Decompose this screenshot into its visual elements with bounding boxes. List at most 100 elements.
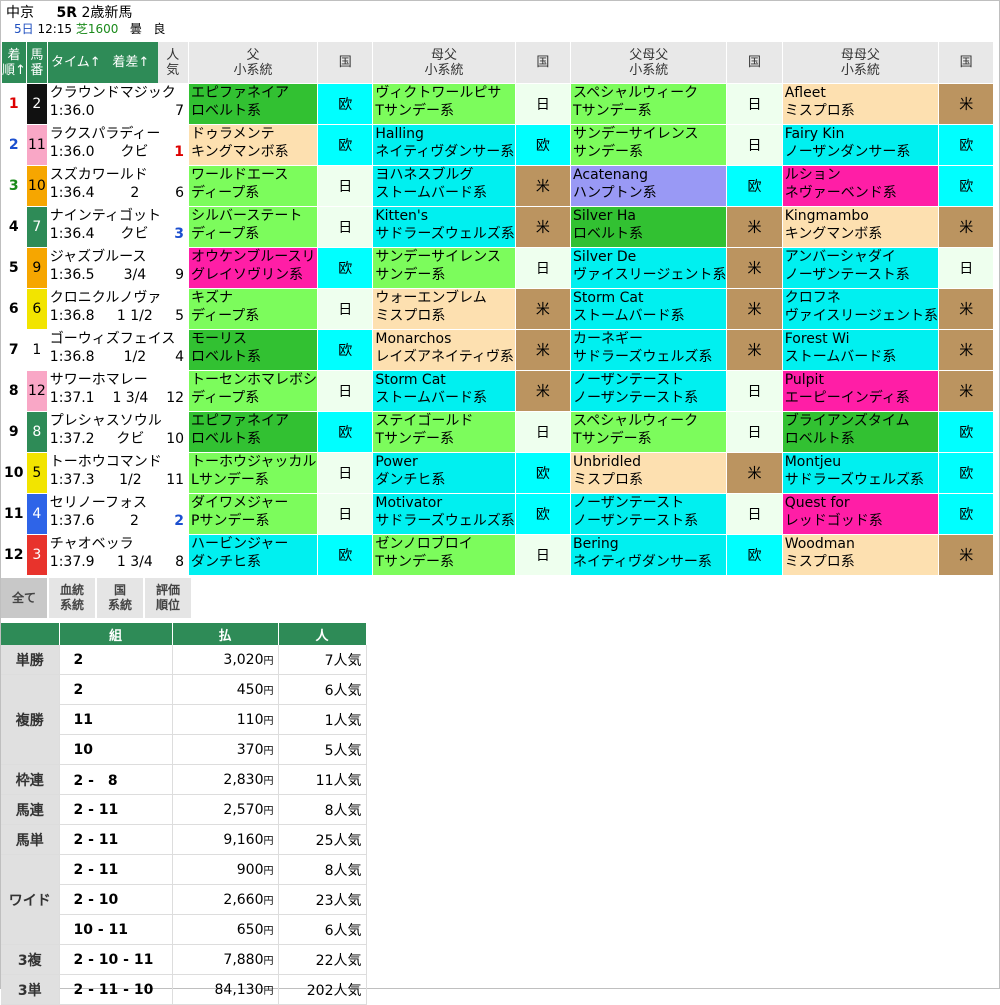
lineage-name: ミスプロ系 bbox=[573, 471, 726, 489]
payout-amount: 84,130円 bbox=[172, 975, 278, 1005]
tab-country-lineage[interactable]: 国系統 bbox=[97, 578, 143, 618]
pop-header: 人気 bbox=[158, 42, 188, 83]
finish-rank: 5 bbox=[2, 248, 27, 289]
race-day: 5日 bbox=[14, 22, 34, 36]
ancestor-name: ノーザンテースト bbox=[573, 371, 726, 389]
sort-margin-header[interactable]: 着差↑ bbox=[104, 55, 158, 70]
lineage-name: ディープ系 bbox=[191, 389, 317, 407]
tab-pedigree-lineage[interactable]: 血統系統 bbox=[49, 578, 95, 618]
pedigree-cell: Unbridled ミスプロ系 bbox=[571, 453, 727, 494]
payout-harai-header: 払 bbox=[172, 623, 278, 645]
lineage-name: Tサンデー系 bbox=[573, 430, 726, 448]
horse-name-link[interactable]: クロニクルノヴァ bbox=[50, 289, 188, 307]
payout-combination: 10 bbox=[59, 735, 172, 765]
country-badge: 米 bbox=[939, 535, 994, 576]
tab-all[interactable]: 全て bbox=[1, 578, 47, 618]
pedigree-cell: ノーザンテースト ノーザンテースト系 bbox=[571, 494, 727, 535]
payout-combination: 2 - 11 - 10 bbox=[59, 975, 172, 1005]
payout-popularity: 5人気 bbox=[278, 735, 366, 765]
horse-name-link[interactable]: スズカワールド bbox=[50, 166, 188, 184]
payout-amount: 2,660円 bbox=[172, 885, 278, 915]
damsire-header: 母父小系統 bbox=[373, 42, 515, 84]
country-badge: 欧 bbox=[318, 248, 373, 289]
horse-name-link[interactable]: セリノーフォス bbox=[50, 494, 188, 512]
lineage-name: ノーザンテースト系 bbox=[785, 266, 938, 284]
venue: 中京 bbox=[6, 5, 34, 21]
horse-name-cell: プレシャスソウル 1:37.2クビ10 bbox=[47, 412, 188, 453]
payout-combination: 11 bbox=[59, 705, 172, 735]
finish-margin: 1 3/4 bbox=[95, 553, 176, 571]
race-header: 中京 5R 2歳新馬 5日 12:15 芝1600 曇 良 bbox=[4, 2, 304, 38]
ancestor-name: ウォーエンブレム bbox=[375, 289, 514, 307]
ancestor-name: Unbridled bbox=[573, 453, 726, 471]
payout-combination: 2 - 10 - 11 bbox=[59, 945, 172, 975]
sort-rank-header[interactable]: 着順↑ bbox=[2, 42, 27, 84]
payout-type: 単勝 bbox=[1, 645, 59, 675]
finish-time: 1:36.8 bbox=[50, 307, 95, 325]
ancestor-name: ステイゴールド bbox=[375, 412, 514, 430]
horse-number: 9 bbox=[26, 248, 47, 289]
finish-time: 1:36.4 bbox=[50, 225, 95, 243]
country-badge: 日 bbox=[318, 371, 373, 412]
pedigree-cell: Pulpit エーピーインディ系 bbox=[782, 371, 938, 412]
payout-type: 3単 bbox=[1, 975, 59, 1005]
payout-popularity: 25人気 bbox=[278, 825, 366, 855]
payout-type: 馬連 bbox=[1, 795, 59, 825]
payout-type: 複勝 bbox=[1, 675, 59, 765]
pedigree-cell: ルション ネヴァーベンド系 bbox=[782, 166, 938, 207]
pedigree-cell: Power ダンチヒ系 bbox=[373, 453, 515, 494]
horse-name-link[interactable]: サワーホマレー bbox=[50, 371, 188, 389]
payout-combination: 2 bbox=[59, 675, 172, 705]
horse-name-cell: スズカワールド 1:36.426 bbox=[47, 166, 188, 207]
horse-name-link[interactable]: ラクスパラディー bbox=[50, 125, 188, 143]
horse-name-link[interactable]: クラウンドマジック bbox=[50, 84, 188, 102]
horse-name-link[interactable]: チャオベッラ bbox=[50, 535, 188, 553]
table-row: 114 セリノーフォス 1:37.622 ダイワメジャー Pサンデー系日 Mot… bbox=[2, 494, 1000, 535]
ancestor-name: ダイワメジャー bbox=[191, 494, 317, 512]
going: 良 bbox=[153, 22, 165, 36]
lineage-name: ダンチヒ系 bbox=[375, 471, 514, 489]
pedigree-cell: Kingmambo キングマンボ系 bbox=[782, 207, 938, 248]
finish-time: 1:37.6 bbox=[50, 512, 95, 530]
payout-amount: 110円 bbox=[172, 705, 278, 735]
horse-name-link[interactable]: プレシャスソウル bbox=[50, 412, 188, 430]
lineage-name: ディープ系 bbox=[191, 225, 317, 243]
payout-combination: 2 bbox=[59, 645, 172, 675]
payout-table: 組 払 人 単勝23,020円7人気複勝2450円6人気11110円1人気103… bbox=[1, 623, 367, 1005]
pedigree-cell: カーネギー サドラーズウェルズ系 bbox=[571, 330, 727, 371]
country-badge: 米 bbox=[939, 84, 994, 125]
pedigree-cell: ダイワメジャー Pサンデー系 bbox=[189, 494, 318, 535]
payout-amount: 370円 bbox=[172, 735, 278, 765]
ancestor-name: キズナ bbox=[191, 289, 317, 307]
horse-number: 12 bbox=[26, 371, 47, 412]
finish-time: 1:36.8 bbox=[50, 348, 95, 366]
ancestor-name: Silver Ha bbox=[573, 207, 726, 225]
finish-margin: クビ bbox=[95, 225, 175, 243]
lineage-name: サドラーズウェルズ系 bbox=[375, 512, 514, 530]
table-row: 123 チャオベッラ 1:37.91 3/48 ハービンジャー ダンチヒ系欧 ゼ… bbox=[2, 535, 1000, 576]
horse-rows: 12 クラウンドマジック 1:36.07 エピファネイア ロベルト系欧 ヴィクト… bbox=[2, 84, 1000, 576]
horse-name-link[interactable]: ゴーウィズフェイス bbox=[50, 330, 188, 348]
pedigree-cell: Silver Ha ロベルト系 bbox=[571, 207, 727, 248]
uma-header: 馬番 bbox=[26, 42, 47, 84]
payout-amount: 450円 bbox=[172, 675, 278, 705]
horse-name-link[interactable]: ナインティゴット bbox=[50, 207, 188, 225]
dam-damsire-header: 母母父小系統 bbox=[782, 42, 938, 84]
horse-name-link[interactable]: トーホウコマンド bbox=[50, 453, 188, 471]
payout-popularity: 7人気 bbox=[278, 645, 366, 675]
lineage-name: ロベルト系 bbox=[191, 348, 317, 366]
tab-rating-rank[interactable]: 評価順位 bbox=[145, 578, 191, 618]
pedigree-cell: ドゥラメンテ キングマンボ系 bbox=[189, 125, 318, 166]
ancestor-name: ハービンジャー bbox=[191, 535, 317, 553]
lineage-name: ノーザンダンサー系 bbox=[785, 143, 938, 161]
finish-rank: 7 bbox=[2, 330, 27, 371]
payout-amount: 2,830円 bbox=[172, 765, 278, 795]
ancestor-name: Storm Cat bbox=[375, 371, 514, 389]
sort-time-header[interactable]: タイム↑ bbox=[48, 55, 104, 70]
country-badge: 米 bbox=[515, 207, 570, 248]
pedigree-cell: キズナ ディープ系 bbox=[189, 289, 318, 330]
lineage-name: ストームバード系 bbox=[785, 348, 938, 366]
country-badge: 日 bbox=[515, 248, 570, 289]
finish-time: 1:36.0 bbox=[50, 143, 95, 161]
horse-name-link[interactable]: ジャズブルース bbox=[50, 248, 188, 266]
